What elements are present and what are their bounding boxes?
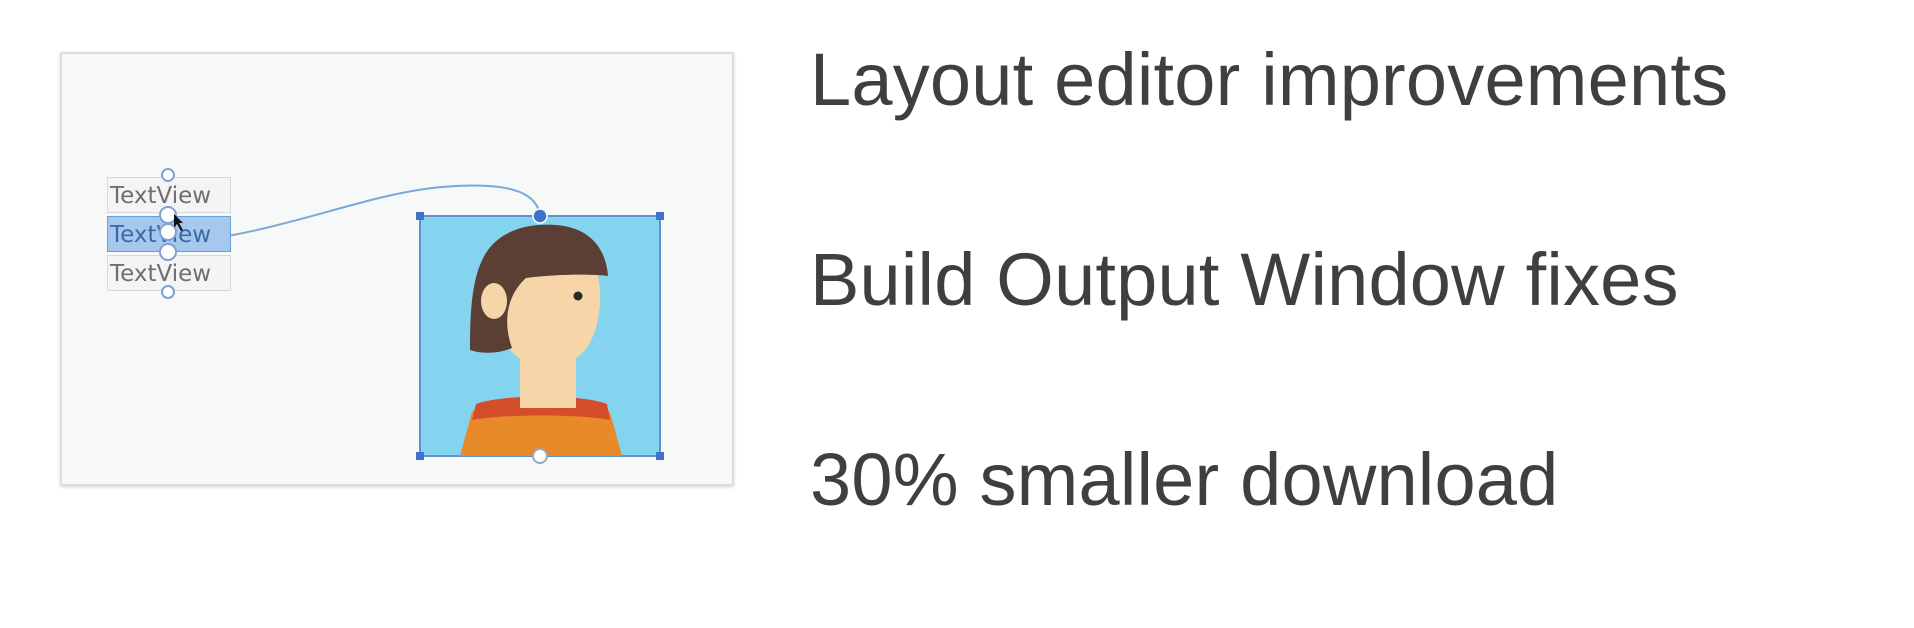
- textview-top-anchor-handle[interactable]: [161, 168, 175, 182]
- textview-anchor-handle-1[interactable]: [159, 206, 177, 224]
- feature-item-smaller-download: 30% smaller download: [810, 438, 1559, 521]
- textview-bottom-anchor-handle[interactable]: [161, 285, 175, 299]
- slide: TextView TextView TextView Layout editor…: [0, 0, 1914, 628]
- textview-handles-layer: [159, 168, 183, 299]
- feature-item-layout-editor: Layout editor improvements: [810, 38, 1729, 121]
- layout-editor-preview: TextView TextView TextView: [60, 52, 734, 486]
- textview-anchor-handle-2[interactable]: [159, 223, 177, 241]
- feature-list: Layout editor improvements Build Output …: [810, 32, 1890, 528]
- feature-item-build-output: Build Output Window fixes: [810, 238, 1679, 321]
- textview-anchor-handle-3[interactable]: [159, 243, 177, 261]
